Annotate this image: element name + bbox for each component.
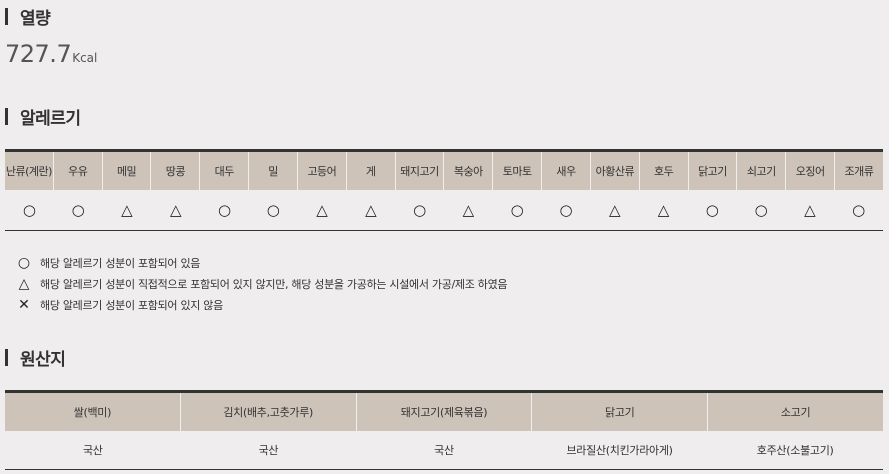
cross-icon: ✕ [18,296,30,313]
calorie-value: 727.7 [5,40,72,68]
allergy-header-cell: 돼지고기 [396,152,445,190]
allergy-title: 알레르기 [20,108,81,129]
allergy-value-cell: ○ [754,201,768,219]
origin-title: 원산지 [20,349,66,370]
allergy-section-title: 알레르기 [5,106,81,129]
allergy-header-cell: 오징어 [786,152,836,190]
origin-value-cell: 호주산(소불고기) [756,444,834,457]
origin-header-cell: 돼지고기(제육볶음) [357,393,533,431]
allergy-header-cell: 우유 [54,152,103,190]
allergy-value-cell: △ [804,201,816,219]
allergy-header-cell: 새우 [542,152,591,190]
title-bar [5,7,8,25]
legend-text: 해당 알레르기 성분이 포함되어 있음 [40,256,201,270]
allergy-header-cell: 밀 [249,152,298,190]
allergy-value-cell: ○ [71,201,85,219]
allergy-header-cell: 대두 [200,152,250,190]
allergy-header-cell: 토마토 [493,152,543,190]
allergy-header-cell: 난류(계란) [5,152,54,190]
origin-value-cell: 국산 [82,444,103,457]
allergy-header-cell: 조개류 [844,165,874,178]
allergy-value-cell: ○ [559,201,573,219]
allergy-header-cell: 고등어 [298,152,347,190]
origin-value-cell: 브라질산(치킨가라아게) [566,444,673,457]
allergy-value-cell: △ [316,201,328,219]
circle-icon: ○ [17,254,31,271]
origin-header-cell: 소고기 [780,406,811,419]
allergy-table: 난류(계란) 우유 메밀 땅콩 대두 밀 고등어 게 돼지고기 복숭아 토마토 … [5,149,883,231]
allergy-header-cell: 아황산류 [591,152,640,190]
allergy-legend: ○ 해당 알레르기 성분이 포함되어 있음 △ 해당 알레르기 성분이 직접적으… [17,252,508,315]
allergy-header-cell: 복숭아 [444,152,494,190]
origin-header-cell: 쌀(백미) [5,393,181,431]
triangle-icon: △ [18,275,30,292]
origin-value-cell: 국산 [434,444,454,457]
title-bar [5,107,8,125]
allergy-value-cell: ○ [852,201,866,219]
allergy-header-cell: 쇠고기 [737,152,787,190]
allergy-table-header: 난류(계란) 우유 메밀 땅콩 대두 밀 고등어 게 돼지고기 복숭아 토마토 … [5,152,883,190]
allergy-value-cell: △ [657,201,670,219]
allergy-value-cell: ○ [413,201,427,219]
origin-table-row: 국산 국산 국산 브라질산(치킨가라아게) 호주산(소불고기) [5,431,883,469]
legend-item-contains: ○ 해당 알레르기 성분이 포함되어 있음 [17,252,507,273]
allergy-header-cell: 게 [347,152,396,190]
allergy-value-cell: △ [608,201,621,219]
calorie-section-title: 열량 [5,6,51,29]
allergy-table-row: ○ ○ △ △ ○ ○ △ △ ○ △ ○ ○ △ △ ○ ○ △ ○ [5,190,883,230]
legend-item-none: ✕ 해당 알레르기 성분이 포함되어 있지 않음 [17,294,507,315]
legend-text: 해당 알레르기 성분이 직접적으로 포함되어 있지 않지만, 해당 성분을 가공… [40,277,508,291]
legend-item-facility: △ 해당 알레르기 성분이 직접적으로 포함되어 있지 않지만, 해당 성분을 … [17,273,508,294]
origin-header-cell: 닭고기 [532,393,709,431]
allergy-header-cell: 호두 [640,152,689,190]
origin-value-cell: 국산 [258,444,279,457]
calorie-value-group: 727.7 Kcal [5,40,97,68]
allergy-value-cell: △ [462,201,475,219]
allergy-value-cell: ○ [705,201,719,219]
allergy-value-cell: △ [169,201,182,219]
origin-table-header: 쌀(백미) 김치(배추,고춧가루) 돼지고기(제육볶음) 닭고기 소고기 [5,393,883,431]
allergy-value-cell: ○ [266,201,280,219]
legend-text: 해당 알레르기 성분이 포함되어 있지 않음 [40,298,223,312]
calorie-unit: Kcal [72,51,98,65]
title-bar [5,348,8,366]
allergy-value-cell: ○ [510,201,524,219]
allergy-header-cell: 메밀 [103,152,152,190]
origin-header-cell: 김치(배추,고춧가루) [181,393,357,431]
origin-section-title: 원산지 [5,347,66,370]
allergy-value-cell: ○ [217,201,232,219]
origin-table: 쌀(백미) 김치(배추,고춧가루) 돼지고기(제육볶음) 닭고기 소고기 국산 … [5,390,883,470]
allergy-header-cell: 닭고기 [689,152,738,190]
calorie-title: 열량 [20,8,51,29]
allergy-value-cell: △ [121,201,133,219]
allergy-value-cell: △ [365,201,377,219]
allergy-value-cell: ○ [22,201,36,219]
allergy-header-cell: 땅콩 [151,152,201,190]
